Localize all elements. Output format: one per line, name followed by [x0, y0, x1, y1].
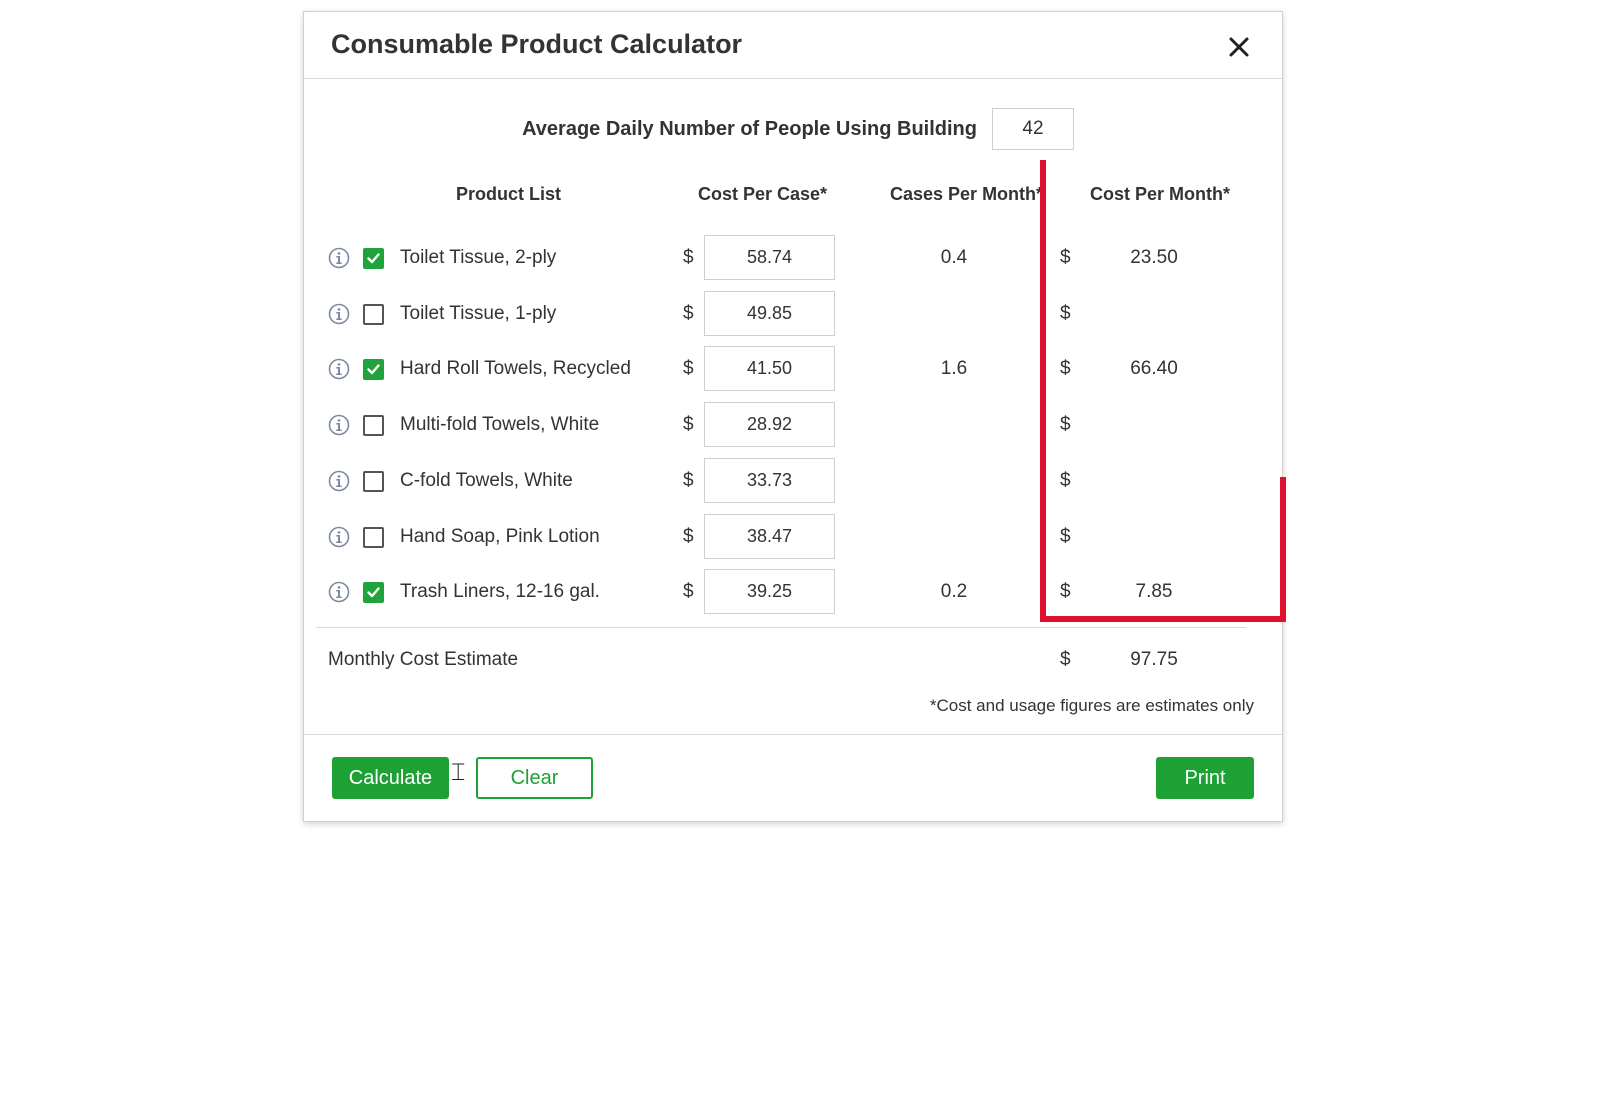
product-name: Trash Liners, 12-16 gal.	[400, 581, 600, 603]
cost-per-case-input[interactable]	[704, 290, 835, 336]
product-row: Trash Liners, 12-16 gal. $ 0.2 $ 7.85	[304, 564, 1282, 620]
currency-symbol: $	[683, 247, 694, 268]
monthly-cost-label: Monthly Cost Estimate	[328, 649, 519, 670]
cases-per-month-value: 1.6	[940, 358, 968, 380]
product-checkbox[interactable]	[363, 248, 384, 269]
product-row: Toilet Tissue, 1-ply $ $	[304, 286, 1282, 342]
cases-per-month-value: 0.2	[940, 581, 968, 603]
info-icon[interactable]	[328, 414, 350, 436]
product-name: Toilet Tissue, 2-ply	[400, 247, 557, 268]
calculate-button[interactable]: Calculate	[332, 757, 449, 799]
currency-symbol: $	[1060, 581, 1071, 603]
text-cursor-icon: ⌶	[451, 758, 466, 786]
currency-symbol: $	[683, 358, 694, 380]
product-checkbox[interactable]	[363, 470, 384, 492]
currency-symbol: $	[683, 581, 694, 603]
checkmark-icon	[367, 253, 380, 264]
monthly-cost-value: 97.75	[1130, 649, 1178, 670]
checkmark-icon	[367, 587, 380, 598]
info-icon[interactable]	[328, 526, 350, 548]
product-name: Toilet Tissue, 1-ply	[400, 302, 557, 324]
currency-symbol: $	[1060, 525, 1071, 547]
product-name: C-fold Towels, White	[400, 469, 573, 491]
info-icon[interactable]	[328, 247, 350, 269]
currency-symbol: $	[1060, 302, 1071, 324]
info-icon[interactable]	[328, 470, 350, 492]
people-row: Average Daily Number of People Using Bui…	[304, 108, 1282, 152]
checkmark-icon	[367, 364, 380, 375]
footnote: *Cost and usage figures are estimates on…	[929, 696, 1254, 715]
product-checkbox[interactable]	[363, 582, 384, 604]
people-label: Average Daily Number of People Using Bui…	[522, 118, 977, 140]
close-button[interactable]	[1224, 32, 1254, 62]
footer-divider	[304, 734, 1282, 735]
column-header-cases-per-month: Cases Per Month*	[890, 184, 1044, 204]
calculator-dialog: Consumable Product Calculator Average Da…	[303, 11, 1283, 822]
currency-symbol: $	[1060, 649, 1071, 670]
cost-per-month-value: 23.50	[1130, 247, 1178, 268]
cost-per-case-input[interactable]	[704, 513, 835, 559]
product-row: Hard Roll Towels, Recycled $ 1.6 $ 66.40	[304, 341, 1282, 397]
currency-symbol: $	[1060, 469, 1071, 491]
info-icon[interactable]	[328, 303, 350, 325]
product-name: Hard Roll Towels, Recycled	[400, 358, 631, 380]
currency-symbol: $	[1060, 414, 1071, 436]
currency-symbol: $	[683, 469, 694, 491]
info-icon[interactable]	[328, 358, 350, 380]
cost-per-case-input[interactable]	[704, 457, 835, 503]
info-icon[interactable]	[328, 581, 350, 603]
cost-per-case-input[interactable]	[704, 346, 835, 392]
product-checkbox[interactable]	[363, 415, 384, 437]
product-name: Hand Soap, Pink Lotion	[400, 525, 600, 547]
cost-per-case-input[interactable]	[704, 235, 835, 280]
dialog-header: Consumable Product Calculator	[304, 12, 1282, 79]
product-name: Multi-fold Towels, White	[400, 414, 600, 436]
currency-symbol: $	[683, 302, 694, 324]
product-checkbox[interactable]	[363, 359, 384, 381]
divider	[316, 627, 1246, 628]
product-checkbox[interactable]	[363, 526, 384, 548]
cost-per-case-input[interactable]	[704, 569, 835, 615]
column-header-cost-per-month: Cost Per Month*	[1090, 184, 1231, 204]
cases-per-month-value: 0.4	[940, 247, 968, 268]
close-icon	[1229, 37, 1249, 57]
cost-per-case-input[interactable]	[704, 402, 835, 448]
product-row: Hand Soap, Pink Lotion $ $	[304, 509, 1282, 565]
currency-symbol: $	[683, 414, 694, 436]
currency-symbol: $	[1060, 247, 1071, 268]
currency-symbol: $	[683, 525, 694, 547]
column-header-product-list: Product List	[456, 184, 562, 204]
dialog-title: Consumable Product Calculator	[331, 29, 743, 59]
product-row: C-fold Towels, White $ $	[304, 453, 1282, 509]
column-header-cost-per-case: Cost Per Case*	[698, 184, 828, 204]
product-checkbox[interactable]	[363, 303, 384, 325]
people-input[interactable]	[992, 108, 1074, 150]
product-row: Multi-fold Towels, White $ $	[304, 397, 1282, 453]
currency-symbol: $	[1060, 358, 1071, 380]
clear-button[interactable]: Clear	[476, 757, 593, 799]
print-button[interactable]: Print	[1156, 757, 1254, 799]
cost-per-month-value: 66.40	[1130, 358, 1178, 380]
cost-per-month-value: 7.85	[1135, 581, 1173, 603]
product-row: Toilet Tissue, 2-ply $ 0.4 $ 23.50	[304, 230, 1282, 286]
